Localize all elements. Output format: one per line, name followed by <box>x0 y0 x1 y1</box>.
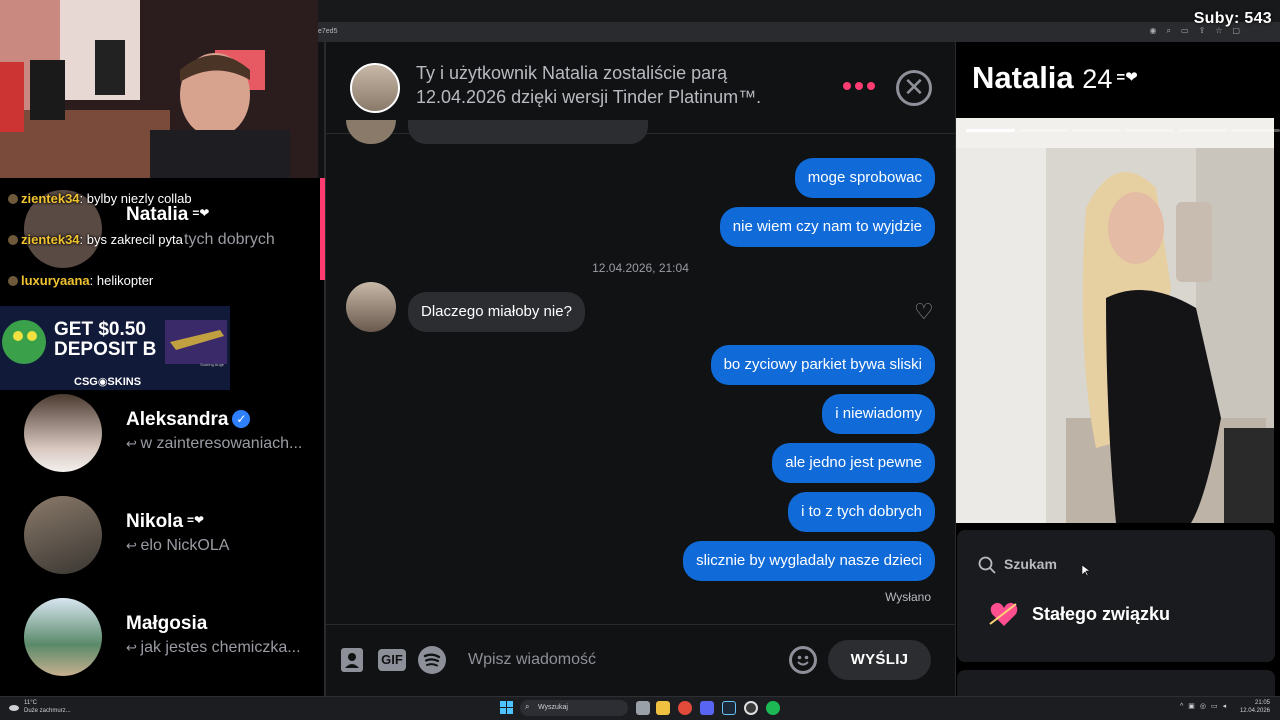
obs-icon[interactable] <box>744 701 758 715</box>
close-icon[interactable]: ✕ <box>896 70 932 106</box>
match-preview: ↩ jak jestes chemiczka... <box>126 639 301 656</box>
match-preview: ↩ w zainteresowaniach... <box>126 435 303 452</box>
match-preview: tych dobrych <box>184 231 275 248</box>
cast-icon[interactable]: ▭ <box>1181 26 1189 36</box>
looking-for-label: Szukam <box>1004 556 1057 572</box>
profile-photo[interactable] <box>956 118 1274 523</box>
ad-headline: GET $0.50 <box>54 319 146 340</box>
start-windows-icon[interactable] <box>500 701 513 714</box>
stream-chat-line: luxuryaana: helikopter <box>8 273 153 288</box>
profile-next-card <box>957 670 1275 696</box>
gif-button[interactable]: GIF <box>378 649 406 671</box>
message-outgoing: nie wiem czy nam to wyjdzie <box>719 207 935 247</box>
browser-tab-strip <box>318 0 1280 22</box>
stream-chat-line: zientek34: bys zakrecil pyta <box>8 232 183 247</box>
clock[interactable]: 21:05 12.04.2026 <box>1240 699 1270 715</box>
ad-headline: DEPOSIT B <box>54 339 157 360</box>
sponsor-banner: GET $0.50 DEPOSIT B Soaring Auge CSG◉SKI… <box>0 306 230 390</box>
system-tray-icons[interactable]: ^▣◎▭◂ <box>1180 702 1231 710</box>
weather-icon[interactable] <box>8 700 20 712</box>
send-button[interactable]: WYŚLIJ <box>828 640 931 680</box>
zoom-icon[interactable]: ⌕ <box>1167 26 1171 36</box>
weather-widget[interactable]: 11°C Duże zachmurz... <box>24 699 71 715</box>
chat-avatar-icon <box>8 235 18 245</box>
match-name: Aleksandra ✓ <box>126 409 251 431</box>
match-preview: ↩ elo NickOLA <box>126 537 230 554</box>
looking-for-value: Stałego związku <box>1032 604 1171 624</box>
message-outgoing: bo zyciowy parkiet bywa sliski <box>710 345 935 385</box>
match-info-text: Ty i użytkownik Natalia zostaliście parą… <box>416 63 762 107</box>
file-explorer-icon[interactable] <box>656 701 670 715</box>
reply-arrow-icon: ↩ <box>126 640 141 655</box>
search-icon: ⌕ <box>525 702 530 711</box>
reply-arrow-icon: ↩ <box>126 538 141 553</box>
match-item-nikola[interactable]: Nikola =❤ ↩ elo NickOLA <box>0 486 322 586</box>
ad-small-text: Soaring Auge <box>200 362 225 367</box>
mouse-cursor-icon <box>1081 564 1091 577</box>
spotify-taskbar-icon[interactable] <box>766 701 780 715</box>
discord-icon[interactable] <box>700 701 714 715</box>
message-outgoing: i to z tych dobrych <box>788 492 935 532</box>
verified-badge-icon: ✓ <box>232 410 251 428</box>
contact-card-icon[interactable] <box>341 648 363 672</box>
chat-avatar-icon <box>8 276 18 286</box>
chrome-icon[interactable] <box>678 701 692 715</box>
header-avatar[interactable] <box>350 63 400 113</box>
match-name: Nikola =❤ <box>126 511 205 532</box>
reply-arrow-icon: ↩ <box>126 436 141 451</box>
spotify-icon[interactable] <box>418 646 446 674</box>
message-outgoing: slicznie by wygladaly nasze dzieci <box>683 541 935 581</box>
message-outgoing: ale jedno jest pewne <box>772 443 935 483</box>
message-timestamp: 12.04.2026, 21:04 <box>592 261 689 275</box>
message-outgoing: moge sprobowac <box>794 158 935 198</box>
profile-age: 24 <box>1082 64 1113 94</box>
search-icon <box>978 556 996 579</box>
url-text: e7ed5 <box>318 28 338 35</box>
address-bar[interactable]: e7ed5 <box>318 22 1280 42</box>
like-heart-icon[interactable]: ♡ <box>914 301 934 323</box>
match-item-aleksandra[interactable]: Aleksandra ✓ ↩ w zainteresowaniach... <box>0 384 322 484</box>
taskbar-search[interactable]: Wyszukaj <box>520 700 628 716</box>
heartbeat-icon: =❤ <box>192 206 210 220</box>
stream-chat-line: zientek34: bylby niezly collab <box>8 191 192 206</box>
heartbeat-icon: =❤ <box>1116 69 1138 86</box>
message-outgoing: i niewiadomy <box>822 394 935 434</box>
steam-icon[interactable] <box>722 701 736 715</box>
match-item-malgosia[interactable]: Małgosia ↩ jak jestes chemiczka... <box>0 588 322 688</box>
chat-avatar-icon <box>8 194 18 204</box>
profile-name: Natalia 24 =❤ <box>972 60 1138 95</box>
more-options-icon[interactable] <box>843 82 875 90</box>
looking-for-card <box>957 530 1275 662</box>
message-incoming: Dlaczego miałoby nie? <box>408 292 585 332</box>
partial-message-bubble <box>408 120 648 144</box>
ad-brand: CSG◉SKINS <box>74 376 142 388</box>
match-name: Małgosia <box>126 613 208 634</box>
match-name: Natalia =❤ <box>126 204 210 225</box>
avatar <box>24 496 102 574</box>
message-input[interactable] <box>468 646 768 674</box>
sender-avatar[interactable] <box>346 282 396 332</box>
location-icon[interactable]: ◉ <box>1150 26 1157 36</box>
avatar <box>24 394 102 472</box>
task-view-icon[interactable] <box>636 701 650 715</box>
subscriber-counter: Suby: 543 <box>1193 10 1272 27</box>
webcam-overlay <box>0 0 318 178</box>
sent-status: Wysłano <box>885 590 931 604</box>
avatar <box>24 598 102 676</box>
photo-progress-indicator <box>966 129 1280 132</box>
emoji-icon[interactable] <box>789 646 817 674</box>
heartbeat-icon: =❤ <box>187 513 205 527</box>
heart-arrow-icon <box>988 600 1020 628</box>
